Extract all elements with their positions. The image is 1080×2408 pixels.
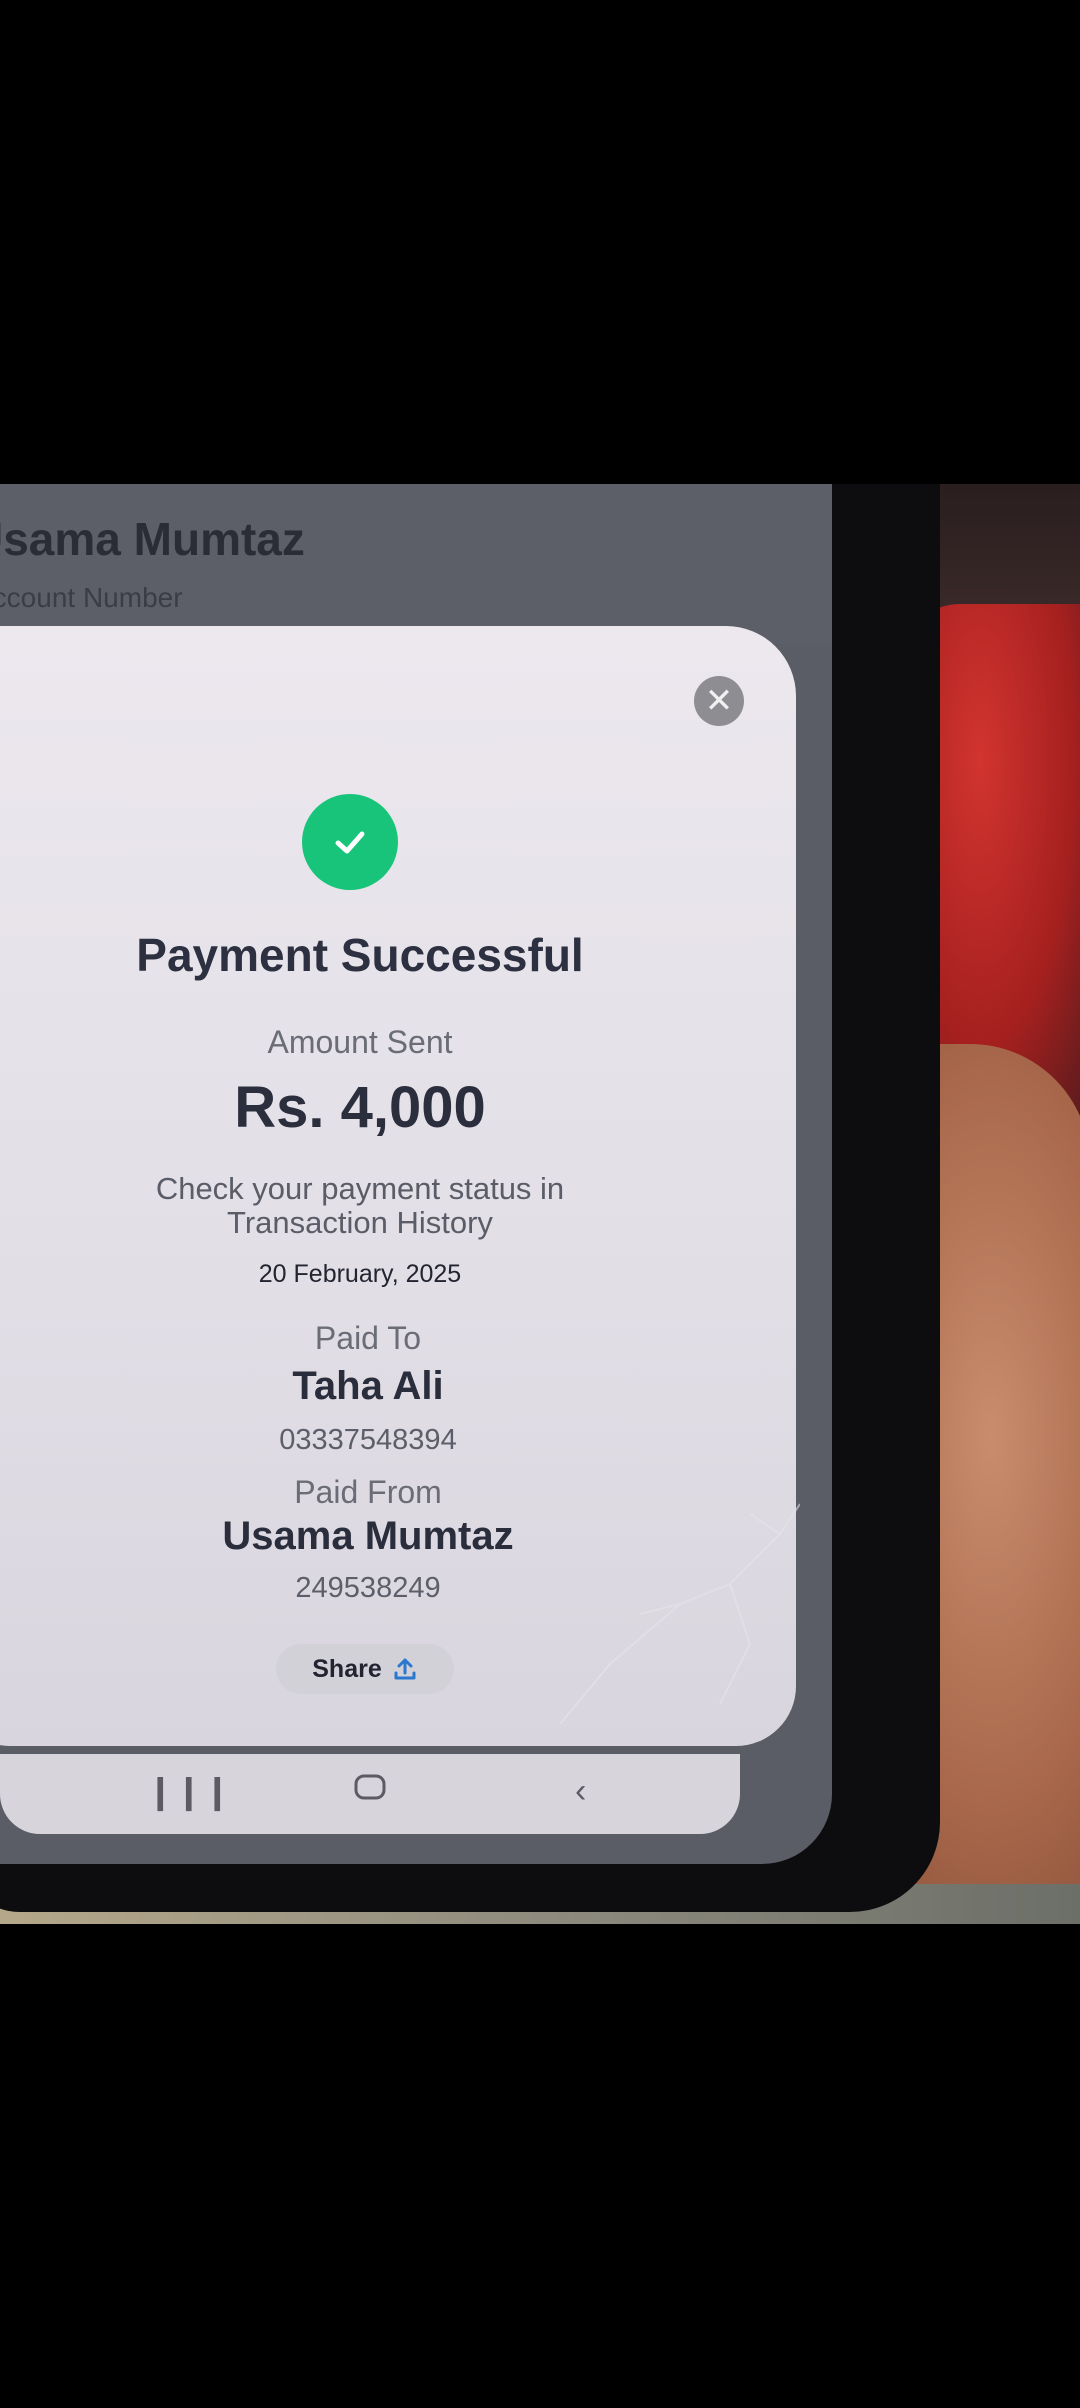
share-upload-icon [394,1658,416,1680]
paid-to-number: 03337548394 [279,1424,457,1456]
recents-icon[interactable]: ❙❙❙ [146,1772,231,1812]
transaction-date: 20 February, 2025 [258,1260,462,1288]
background-object [930,484,1080,624]
close-button[interactable]: ✕ [694,676,744,726]
close-icon: ✕ [704,682,734,720]
phone-body: Usama Mumtaz Account Number ✕ Payment Su… [0,484,940,1912]
account-name: Usama Mumtaz [0,513,305,565]
status-line-1: Check your payment status in [155,1171,565,1206]
background-app-header: Usama Mumtaz Account Number [0,484,832,644]
home-icon[interactable] [352,1772,388,1811]
phone-screen: Usama Mumtaz Account Number ✕ Payment Su… [0,484,832,1864]
paid-to-label: Paid To [314,1320,422,1356]
status-line-2: Transaction History [227,1205,493,1240]
amount-value: Rs. 4,000 [234,1075,486,1140]
share-button[interactable]: Share [276,1644,454,1694]
paid-to-name: Taha Ali [292,1364,444,1408]
account-number-label: Account Number [0,582,183,613]
amount-label: Amount Sent [267,1024,453,1060]
photo-scene: Usama Mumtaz Account Number ✕ Payment Su… [0,484,1080,1924]
screen-crack [559,1503,800,1725]
page-title: Payment Successful [136,929,584,981]
checkmark-icon [302,794,398,890]
status-message: Check your payment status in Transaction… [0,1172,770,1240]
share-label: Share [312,1654,382,1683]
